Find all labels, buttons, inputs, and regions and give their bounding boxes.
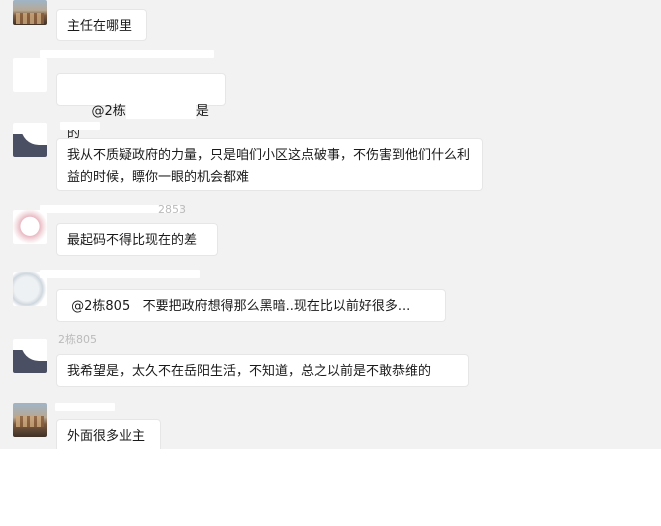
sender-name-redacted bbox=[40, 50, 214, 58]
sender-avatar[interactable] bbox=[13, 123, 47, 157]
sender-name: 2栋805 bbox=[58, 333, 97, 346]
redacted-span bbox=[125, 104, 196, 119]
message-bubble: 最起码不得比现在的差 bbox=[56, 223, 218, 256]
sender-name-redacted bbox=[40, 270, 200, 278]
sender-avatar[interactable] bbox=[13, 339, 47, 373]
message-bubble: @2栋 是的 bbox=[56, 73, 226, 141]
sender-name-redacted bbox=[55, 403, 115, 411]
message-bubble: 我希望是，太久不在岳阳生活，不知道，总之以前是不敢恭维的 bbox=[56, 354, 469, 387]
sender-name-redacted bbox=[60, 122, 100, 130]
sender-name: 2853 bbox=[158, 203, 186, 216]
message-bubble: 外面很多业主 bbox=[56, 419, 161, 449]
message-bubble: @2栋805 不要把政府想得那么黑暗..现在比以前好很多... bbox=[56, 289, 446, 322]
message-bubble: 主任在哪里 bbox=[56, 9, 147, 41]
sender-avatar[interactable] bbox=[13, 210, 47, 244]
sender-avatar[interactable] bbox=[13, 403, 47, 437]
chat-message-list[interactable]: 主任在哪里 @2栋 是的 我从不质疑政府的力量，只是咱们小区这点破事，不伤害到他们… bbox=[0, 0, 661, 449]
sender-avatar[interactable] bbox=[13, 0, 47, 25]
reply-mention: @2栋 bbox=[91, 104, 126, 119]
message-bubble: 我从不质疑政府的力量，只是咱们小区这点破事，不伤害到他们什么利益的时候，瞟你一眼… bbox=[56, 138, 483, 191]
sender-avatar[interactable] bbox=[13, 58, 47, 92]
